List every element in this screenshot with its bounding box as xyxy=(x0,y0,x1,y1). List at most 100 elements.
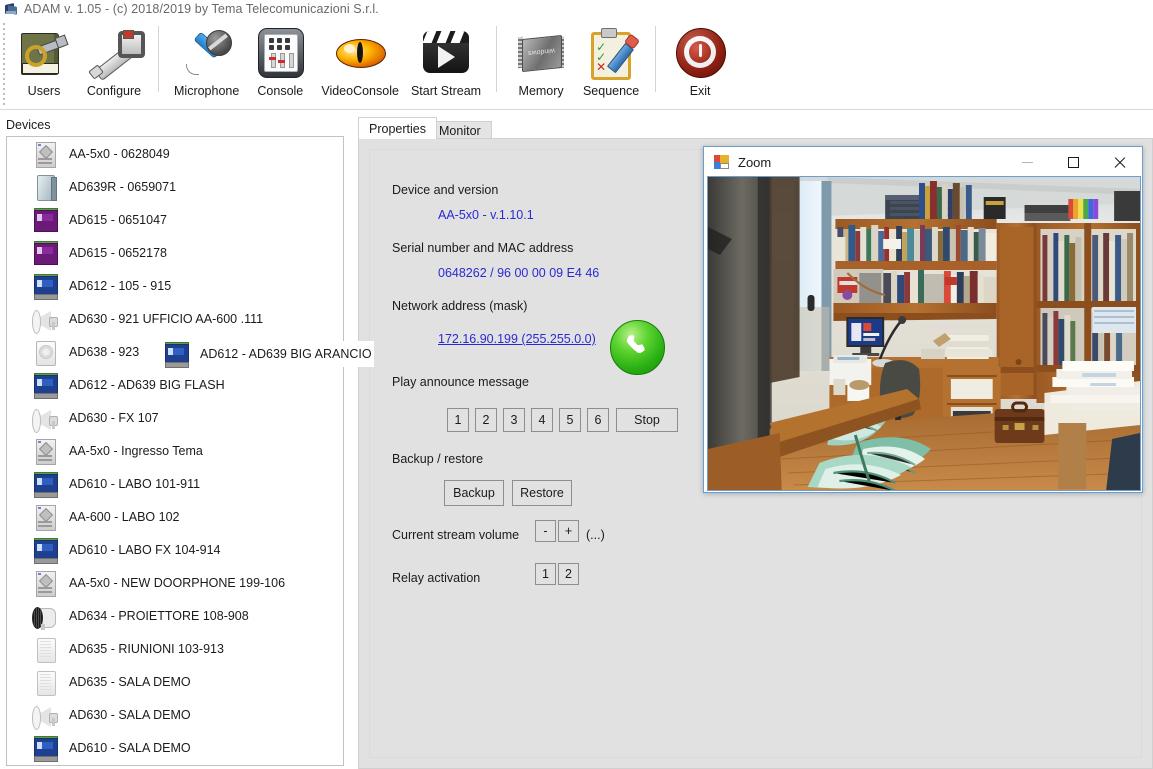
device-list-item-label: AD615 - 0651047 xyxy=(69,212,167,227)
zoom-window-title-bar[interactable]: Zoom xyxy=(704,147,1142,177)
announce-label: Play announce message xyxy=(392,375,529,389)
device-list-item[interactable]: AD630 - 921 UFFICIO AA-600 .111 xyxy=(7,302,343,335)
minimize-icon[interactable] xyxy=(1004,147,1050,177)
toolbar-button-memory[interactable]: windows Memory xyxy=(506,18,576,106)
toolbar-label-videoconsole: VideoConsole xyxy=(321,84,399,98)
microphone-icon xyxy=(178,23,236,81)
tab-monitor[interactable]: Monitor xyxy=(428,121,492,139)
module-blue-icon xyxy=(31,536,59,564)
module-blue-icon xyxy=(31,470,59,498)
toolbar-label-exit: Exit xyxy=(689,84,711,98)
device-list-item-label: AD612 - AD639 BIG FLASH xyxy=(69,377,225,392)
zoom-video-feed[interactable] xyxy=(707,176,1141,491)
announce-button-6[interactable]: 6 xyxy=(587,408,609,432)
device-list-item[interactable]: AD639R - 0659071 xyxy=(7,170,343,203)
tab-properties-label: Properties xyxy=(369,121,426,136)
wall-speaker-icon xyxy=(31,668,59,696)
panel-splitter[interactable] xyxy=(347,114,353,769)
network-address-link[interactable]: 172.16.90.199 (255.255.0.0) xyxy=(438,332,596,346)
toolbar-button-users[interactable]: Users xyxy=(9,18,79,106)
window-title: ADAM v. 1.05 - (c) 2018/2019 by Tema Tel… xyxy=(24,2,379,16)
device-list-item-label: AA-600 - LABO 102 xyxy=(69,509,180,524)
volume-increase-button[interactable]: + xyxy=(558,520,579,542)
wall-speaker-icon xyxy=(31,635,59,663)
device-list-item[interactable]: AD615 - 0652178 xyxy=(7,236,343,269)
toolbar-button-configure[interactable]: Configure xyxy=(79,18,149,106)
zoom-window-title: Zoom xyxy=(738,154,772,170)
toolbar-separator-1 xyxy=(158,26,159,92)
device-list-item[interactable]: AD612 - AD639 BIG FLASH xyxy=(7,368,343,401)
device-list-item[interactable]: AD635 - RIUNIONI 103-913 xyxy=(7,632,343,665)
maximize-icon[interactable] xyxy=(1050,147,1096,177)
volume-decrease-button[interactable]: - xyxy=(535,520,556,542)
relay-button-2[interactable]: 2 xyxy=(558,563,579,585)
toolbar-grip[interactable] xyxy=(0,20,9,108)
rack-unit-icon xyxy=(31,503,59,531)
module-blue-icon xyxy=(31,734,59,762)
rack-unit-icon xyxy=(31,140,59,168)
device-list-item[interactable]: AD610 - LABO 101-911 xyxy=(7,467,343,500)
serial-mac-label: Serial number and MAC address xyxy=(392,241,574,255)
eye-icon xyxy=(331,23,389,81)
volume-extra-label: (...) xyxy=(586,528,605,542)
device-list-item-label: AD615 - 0652178 xyxy=(69,245,167,260)
rack-unit-icon xyxy=(31,437,59,465)
serial-mac-value: 0648262 / 96 00 00 09 E4 46 xyxy=(438,266,600,280)
call-device-button[interactable] xyxy=(610,320,665,375)
device-list-item-label: AD630 - FX 107 xyxy=(69,410,159,425)
backup-button[interactable]: Backup xyxy=(444,480,504,506)
title-bar: ADAM v. 1.05 - (c) 2018/2019 by Tema Tel… xyxy=(0,0,1153,18)
device-list-item[interactable]: AD634 - PROIETTORE 108-908 xyxy=(7,599,343,632)
announce-button-5[interactable]: 5 xyxy=(559,408,581,432)
announce-button-2[interactable]: 2 xyxy=(475,408,497,432)
toolbar-button-console[interactable]: Console xyxy=(245,18,315,106)
device-list-item[interactable]: AD635 - SALA DEMO xyxy=(7,665,343,698)
announce-button-1[interactable]: 1 xyxy=(447,408,469,432)
relay-activation-label: Relay activation xyxy=(392,571,481,585)
clipboard-pencil-icon: ✓ ✓ ✕ xyxy=(582,23,641,81)
device-list-item[interactable]: AD630 - FX 107 xyxy=(7,401,343,434)
device-list-item[interactable]: AD610 - SALA DEMO xyxy=(7,731,343,764)
toolbar-button-start-stream[interactable]: Start Stream xyxy=(405,18,487,106)
announce-button-4[interactable]: 4 xyxy=(531,408,553,432)
console-mixer-icon xyxy=(251,23,309,81)
relay-button-1[interactable]: 1 xyxy=(535,563,556,585)
device-list-item-label: AD639R - 0659071 xyxy=(69,179,177,194)
camera-image xyxy=(708,177,1140,490)
device-list-item[interactable]: AA-600 - LABO 102 xyxy=(7,500,343,533)
dragged-device-item[interactable]: AD612 - AD639 BIG ARANCIO xyxy=(160,340,374,368)
device-list-item[interactable]: AD610 - LABO FX 104-914 xyxy=(7,533,343,566)
toolbar-button-videoconsole[interactable]: VideoConsole xyxy=(315,18,405,106)
projector-speaker-icon xyxy=(31,602,59,630)
device-list[interactable]: AA-5x0 - 0628049 AD639R - 0659071 AD615 - … xyxy=(6,136,344,766)
module-blue-icon xyxy=(31,272,59,300)
restore-button[interactable]: Restore xyxy=(512,480,572,506)
horn-speaker-icon xyxy=(31,305,59,334)
tab-properties[interactable]: Properties xyxy=(358,117,437,139)
zoom-window: Zoom xyxy=(703,146,1143,493)
announce-stop-button[interactable]: Stop xyxy=(616,408,678,432)
device-list-item[interactable]: AD630 - SALA DEMO xyxy=(7,698,343,731)
device-list-item[interactable]: AA-5x0 - 0628049 xyxy=(7,137,343,170)
device-list-item[interactable]: AD612 - 105 - 915 xyxy=(7,269,343,302)
device-list-item-label: AD610 - SALA DEMO xyxy=(69,740,191,755)
toolbar-button-exit[interactable]: Exit xyxy=(665,18,735,106)
announce-button-3[interactable]: 3 xyxy=(503,408,525,432)
toolbar-button-sequence[interactable]: ✓ ✓ ✕ Sequence xyxy=(576,18,646,106)
rack-unit-icon xyxy=(31,569,59,597)
device-list-item[interactable]: AA-5x0 - NEW DOORPHONE 199-106 xyxy=(7,566,343,599)
close-icon[interactable] xyxy=(1096,147,1142,177)
module-blue-icon xyxy=(162,340,190,368)
memory-chip-icon: windows xyxy=(512,23,570,81)
power-off-icon xyxy=(671,23,729,81)
device-list-item[interactable]: AA-5x0 - Ingresso Tema xyxy=(7,434,343,467)
device-list-item-label: AD634 - PROIETTORE 108-908 xyxy=(69,608,249,623)
module-purple-icon xyxy=(31,239,59,267)
phone-handset-icon xyxy=(626,335,645,354)
toolbar-label-microphone: Microphone xyxy=(174,84,240,98)
toolbar-label-console: Console xyxy=(257,84,304,98)
toolbar-label-memory: Memory xyxy=(518,84,564,98)
device-list-item[interactable]: AD615 - 0651047 xyxy=(7,203,343,236)
device-version-value: AA-5x0 - v.1.10.1 xyxy=(438,208,534,222)
toolbar-button-microphone[interactable]: Microphone xyxy=(168,18,245,106)
